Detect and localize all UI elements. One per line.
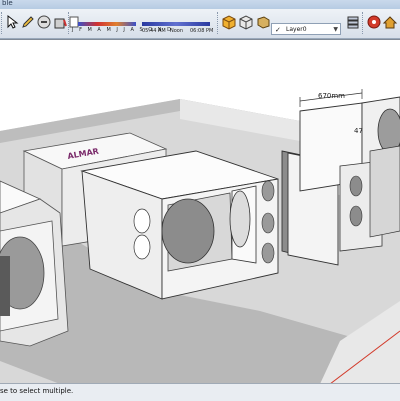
model-scene[interactable]: ALMAR 670mm 47: [0, 40, 400, 384]
dimension-label: 670mm: [318, 92, 345, 100]
main-toolbar: J F M A M J J A S O N D 05:44 AM Noon 06…: [0, 9, 400, 39]
month-slider[interactable]: [78, 22, 136, 26]
pencil-tool-icon: [22, 16, 34, 28]
side-port-bottom: [261, 242, 275, 264]
location-icon: [367, 15, 381, 29]
center-side-hole-top: [133, 208, 151, 234]
layer-dropdown[interactable]: ✓ Layer0 ▼: [271, 23, 341, 35]
time-start-label: 05:44 AM: [142, 28, 166, 34]
center-side-hole-bottom: [133, 234, 151, 260]
layer-manager-icon: [347, 16, 359, 29]
3d-warehouse-button[interactable]: [382, 14, 398, 30]
window-title: ble: [2, 0, 13, 7]
chevron-down-icon: ▼: [333, 26, 338, 33]
eraser-tool-icon: [37, 15, 51, 29]
panel-port-top: [349, 175, 363, 197]
cube-view-icon: [239, 15, 253, 30]
select-tool-icon: [7, 14, 19, 29]
time-end-label: 06:08 PM: [190, 28, 214, 34]
side-port-top: [261, 180, 275, 202]
time-slider[interactable]: [142, 22, 210, 26]
3d-warehouse-icon: [382, 16, 398, 29]
components-button[interactable]: [221, 14, 237, 30]
layer-name: Layer0: [286, 26, 307, 33]
center-speaker-hole: [161, 198, 215, 264]
eraser-tool-button[interactable]: [36, 14, 52, 30]
pencil-tool-button[interactable]: [20, 14, 36, 30]
panel-slab: [369, 145, 400, 238]
location-button[interactable]: [366, 14, 382, 30]
side-port-middle: [261, 212, 275, 234]
select-tool-button[interactable]: [4, 14, 20, 30]
components-icon: [222, 15, 236, 30]
left-cabinet-shadow: [0, 256, 10, 316]
model-viewport[interactable]: ALMAR 670mm 47: [0, 39, 400, 384]
layer-check-icon: ✓: [275, 26, 281, 34]
noon-label: Noon: [170, 28, 184, 34]
center-port-hole: [229, 190, 251, 248]
cube-view-button[interactable]: [238, 14, 254, 30]
status-message: se to select multiple.: [0, 387, 74, 395]
layer-manager-button[interactable]: [345, 14, 361, 30]
measure-cube-button[interactable]: [255, 14, 271, 30]
status-bar: se to select multiple.: [0, 383, 400, 401]
dimension-label-side: 47: [354, 127, 363, 135]
panel-port-bottom: [349, 205, 363, 227]
measure-cube-icon: [257, 16, 270, 29]
